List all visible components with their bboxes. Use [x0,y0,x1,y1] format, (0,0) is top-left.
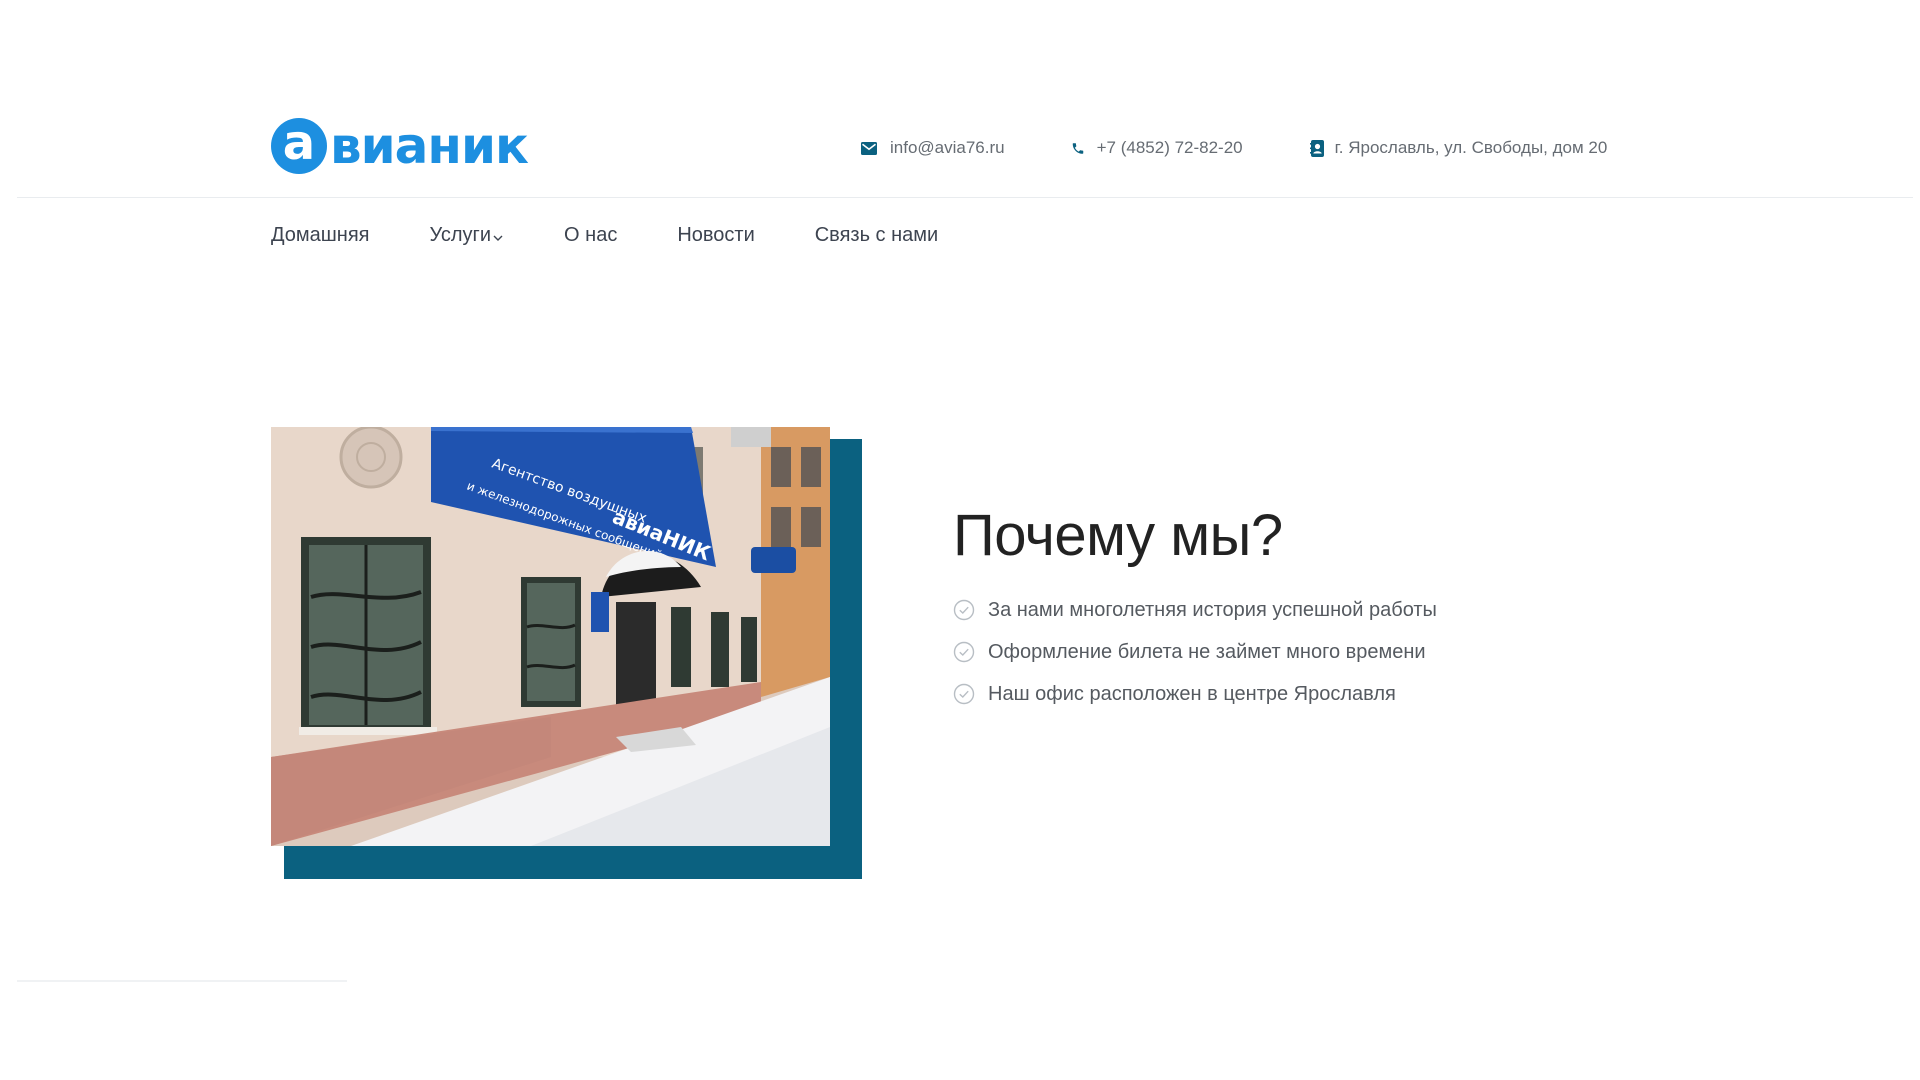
logo-wordmark: вианик [330,117,529,175]
header-contacts: info@avia76.ru +7 (4852) 72-82-20 г. Яро… [860,138,1607,158]
main-nav: Домашняя Услуги О нас Новости Связь с на… [271,224,998,247]
nav-item-label: Услуги [429,224,492,246]
features-list: За нами многолетняя история успешной раб… [953,589,1437,715]
page: а вианик info@avia76.ru +7 (4852) 72-82-… [0,0,1920,1080]
contact-email-text: info@avia76.ru [890,138,1005,157]
nav-item-contact[interactable]: Связь с нами [815,224,938,247]
check-circle-icon [953,599,975,621]
feature-text: За нами многолетняя история успешной раб… [988,598,1437,621]
contact-phone[interactable]: +7 (4852) 72-82-20 [1069,138,1243,158]
header-divider [17,197,1913,198]
list-item: Оформление билета не займет много времен… [953,631,1437,673]
contact-email[interactable]: info@avia76.ru [860,138,1005,158]
nav-item-about[interactable]: О нас [564,224,617,247]
contact-phone-text: +7 (4852) 72-82-20 [1096,138,1243,157]
list-item: Наш офис расположен в центре Ярославля [953,673,1437,715]
logo-letter: а [282,115,316,171]
envelope-icon [860,139,878,157]
nav-item-label: Домашняя [271,224,370,246]
address-book-icon [1309,139,1327,157]
phone-icon [1069,139,1087,157]
office-image-block: Агентство воздушных и железнодорожных со… [271,427,862,879]
nav-item-label: О нас [564,224,618,246]
feature-text: Оформление билета не займет много времен… [988,640,1426,663]
contact-address[interactable]: г. Ярославль, ул. Свободы, дом 20 [1309,138,1608,158]
chevron-down-icon [493,235,503,241]
nav-item-services[interactable]: Услуги [430,224,505,247]
footer-divider [17,980,347,982]
check-circle-icon [953,641,975,663]
nav-item-label: Связь с нами [814,224,939,246]
nav-item-label: Новости [677,224,755,246]
office-photo: Агентство воздушных и железнодорожных со… [271,427,830,846]
contact-address-text: г. Ярославль, ул. Свободы, дом 20 [1334,138,1608,157]
logo[interactable]: а вианик [271,117,529,175]
list-item: За нами многолетняя история успешной раб… [953,589,1437,631]
nav-item-home[interactable]: Домашняя [271,224,370,247]
why-us-title: Почему мы? [953,503,1283,568]
nav-item-news[interactable]: Новости [677,224,754,247]
logo-circle: а [271,118,327,174]
feature-text: Наш офис расположен в центре Ярославля [988,682,1396,705]
check-circle-icon [953,683,975,705]
